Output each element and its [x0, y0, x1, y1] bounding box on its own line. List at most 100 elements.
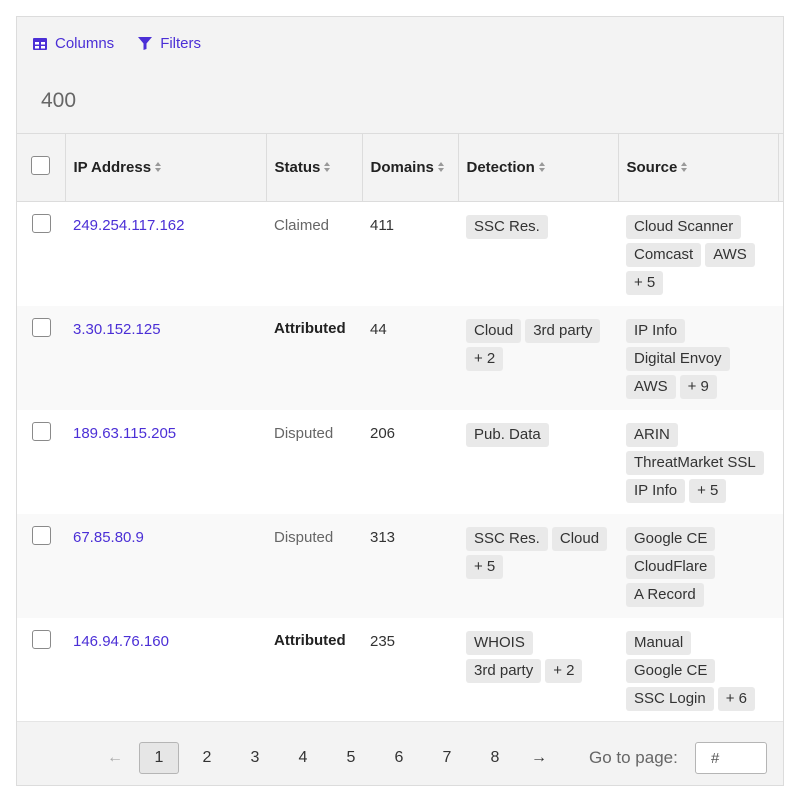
source-tag: ARIN	[626, 422, 678, 447]
detection-tag: Cloud	[466, 318, 522, 343]
detection-cell: Cloud 3rd party + 2	[458, 306, 618, 410]
source-tag: AWS	[626, 374, 676, 399]
ip-address-link[interactable]: 3.30.152.125	[73, 321, 161, 338]
row-select-cell	[17, 306, 65, 410]
source-cell: Google CE CloudFlare A Record	[618, 514, 778, 618]
status-cell: Claimed	[266, 202, 362, 306]
source-tags: Manual Google CE SSC Login + 6	[626, 630, 770, 711]
detection-cell: WHOIS 3rd party + 2	[458, 618, 618, 722]
row-select-cell	[17, 618, 65, 722]
header-overflow	[778, 133, 783, 202]
header-label: Status	[274, 159, 321, 176]
table-row: 3.30.152.125 Attributed 44 Cloud 3rd party + …	[17, 305, 783, 410]
prev-page-button[interactable]: ←	[95, 742, 135, 774]
domains-count: 235	[370, 632, 396, 650]
sort-icon	[437, 162, 445, 173]
sort-icon	[681, 162, 688, 173]
source-tag: A Record	[626, 582, 704, 607]
header-label: Domains	[370, 159, 434, 176]
status-cell: Disputed	[266, 410, 362, 514]
source-cell: ARIN ThreatMarket SSL IP Info + 5	[618, 410, 778, 514]
status-text: Attributed	[274, 319, 346, 337]
status-text: Claimed	[274, 217, 330, 234]
detection-tags: Cloud 3rd party + 2	[466, 318, 610, 371]
header-detection[interactable]: Detection	[458, 133, 619, 202]
header-domains[interactable]: Domains	[362, 133, 459, 202]
source-tag: Cloud Scanner	[626, 215, 742, 239]
table-body: 249.254.117.162 Claimed 411 SSC Res. Cloud S…	[17, 202, 783, 722]
detection-tag: + 5	[466, 554, 504, 579]
page-button-6[interactable]: 6	[379, 742, 419, 774]
detection-tag: SSC Res.	[466, 526, 548, 551]
source-tags: Google CE CloudFlare A Record	[626, 526, 770, 607]
page-button-4[interactable]: 4	[283, 742, 323, 774]
filters-label: Filters	[160, 35, 202, 52]
table-scroll-area[interactable]: IP Address Status Domains Detection Sour…	[17, 133, 783, 721]
page-button-7[interactable]: 7	[427, 742, 467, 774]
row-checkbox[interactable]	[31, 629, 51, 649]
overflow-cell	[778, 514, 783, 618]
table-header-row: IP Address Status Domains Detection Sour…	[17, 133, 783, 202]
ip-cell: 146.94.76.160	[65, 618, 266, 722]
domains-cell: 206	[362, 410, 458, 514]
header-ip-address[interactable]: IP Address	[65, 133, 267, 202]
domains-cell: 313	[362, 514, 458, 618]
detection-tag: 3rd party	[525, 318, 601, 343]
filters-button[interactable]: Filters	[138, 35, 201, 52]
source-cell: Cloud Scanner Comcast AWS + 5	[618, 202, 778, 306]
source-tag: Google CE	[626, 526, 716, 551]
ip-cell: 3.30.152.125	[65, 306, 266, 410]
ip-address-link[interactable]: 67.85.80.9	[73, 529, 144, 546]
table-row: 189.63.115.205 Disputed 206 Pub. Data ARIN Th…	[17, 410, 783, 514]
detection-tags: Pub. Data	[466, 422, 610, 447]
source-cell: Manual Google CE SSC Login + 6	[618, 618, 778, 722]
page-button-1[interactable]: 1	[139, 742, 179, 774]
sort-icon	[324, 162, 331, 173]
header-label: Source	[626, 159, 678, 176]
overflow-cell	[778, 410, 783, 514]
row-checkbox[interactable]	[31, 421, 51, 441]
detection-tag: Pub. Data	[466, 422, 549, 447]
page-button-3[interactable]: 3	[235, 742, 275, 774]
ip-address-link[interactable]: 189.63.115.205	[73, 425, 176, 442]
select-all-checkbox[interactable]	[31, 156, 51, 175]
status-text: Attributed	[274, 631, 346, 649]
next-page-button[interactable]: →	[519, 742, 559, 774]
table-row: 146.94.76.160 Attributed 235 WHOIS 3rd party…	[17, 618, 783, 722]
detection-tags: SSC Res. Cloud + 5	[466, 526, 610, 579]
header-source[interactable]: Source	[618, 133, 779, 202]
page-button-2[interactable]: 2	[187, 742, 227, 774]
status-text: Disputed	[274, 528, 334, 546]
sort-icon	[538, 162, 546, 173]
pagination: ← 12345678 → Go to page:	[17, 721, 783, 785]
row-checkbox[interactable]	[31, 317, 51, 337]
columns-button[interactable]: Columns	[33, 35, 114, 52]
ip-cell: 189.63.115.205	[65, 410, 266, 514]
detection-cell: Pub. Data	[458, 410, 618, 514]
table-row: 249.254.117.162 Claimed 411 SSC Res. Cloud S…	[17, 202, 783, 306]
row-select-cell	[17, 202, 65, 306]
source-tags: Cloud Scanner Comcast AWS + 5	[626, 215, 770, 295]
detection-tag: 3rd party	[466, 658, 542, 683]
header-status[interactable]: Status	[266, 133, 363, 202]
source-tag: Manual	[626, 630, 692, 655]
domains-count: 313	[370, 528, 396, 546]
overflow-cell	[778, 202, 783, 306]
detection-tag: WHOIS	[466, 630, 533, 655]
source-cell: IP Info Digital Envoy AWS + 9	[618, 306, 778, 410]
source-tag: + 6	[717, 686, 755, 711]
ip-address-link[interactable]: 146.94.76.160	[73, 633, 169, 650]
page-button-5[interactable]: 5	[331, 742, 371, 774]
source-tag: + 9	[679, 374, 717, 399]
goto-page-input[interactable]	[695, 742, 767, 774]
table-row: 67.85.80.9 Disputed 313 SSC Res. Cloud + 5 Goo…	[17, 513, 783, 618]
table-columns-icon	[33, 37, 47, 50]
source-tag: Digital Envoy	[626, 346, 730, 371]
page-button-8[interactable]: 8	[475, 742, 515, 774]
row-checkbox[interactable]	[31, 525, 51, 545]
domains-cell: 411	[362, 202, 458, 306]
detection-tag: + 2	[466, 346, 504, 371]
ip-address-link[interactable]: 249.254.117.162	[73, 217, 185, 234]
status-cell: Attributed	[266, 618, 362, 722]
row-checkbox[interactable]	[31, 214, 51, 233]
